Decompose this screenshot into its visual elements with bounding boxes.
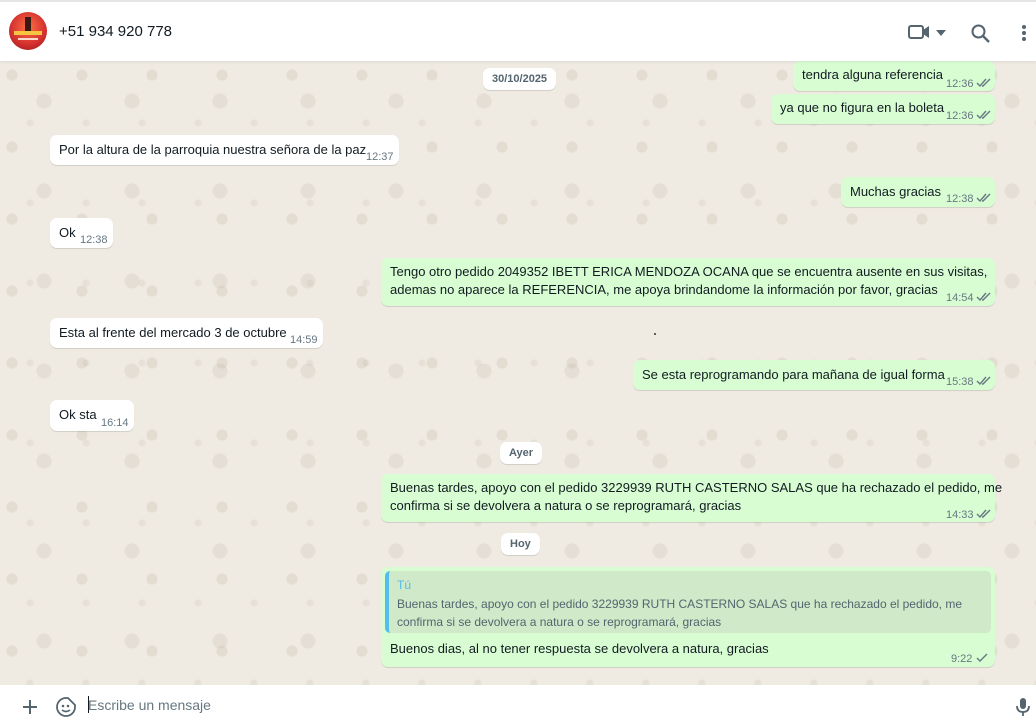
date-separator: Ayer <box>500 442 543 464</box>
read-receipt-icon <box>976 193 991 203</box>
read-receipt-icon <box>976 376 991 386</box>
sticker-icon[interactable] <box>56 697 76 717</box>
message-text-line-1: Buenas tardes, apoyo con el pedido 32299… <box>390 480 1003 495</box>
avatar-logo-tower <box>25 17 31 31</box>
message-composer <box>0 685 1036 721</box>
message-time: 12:38 <box>946 193 974 205</box>
message-time: 9:22 <box>951 653 973 665</box>
message-time: 16:14 <box>101 417 129 429</box>
message-time: 14:33 <box>946 509 974 521</box>
message-time: 15:38 <box>946 376 974 388</box>
outgoing-message[interactable]: Se esta reprogramando para mañana de igu… <box>633 360 995 390</box>
chat-header: +51 934 920 778 <box>0 0 1036 61</box>
message-text: Buenos dias, al no tener respuesta se de… <box>390 641 769 656</box>
quote-text-line-2: confirma si se devolvera a natura o se r… <box>397 615 722 629</box>
read-receipt-icon <box>976 78 991 88</box>
incoming-message[interactable]: Ok 12:38 <box>50 218 113 248</box>
message-text: ya que no figura en la boleta <box>780 100 945 115</box>
avatar-logo-band <box>14 31 42 35</box>
incoming-message[interactable]: Por la altura de la parroquia nuestra se… <box>50 135 399 165</box>
attach-plus-icon[interactable] <box>22 699 38 715</box>
message-text: Ok <box>59 225 76 240</box>
outgoing-reply-message[interactable]: Tú Buenas tardes, apoyo con el pedido 32… <box>381 567 995 667</box>
video-call-icon[interactable] <box>908 24 930 40</box>
microphone-icon[interactable] <box>1016 697 1030 717</box>
read-receipt-icon <box>976 292 991 302</box>
message-text: Muchas gracias <box>850 184 942 199</box>
message-input[interactable] <box>88 695 988 715</box>
message-time: 12:36 <box>946 110 974 122</box>
quote-text: Buenas tardes, apoyo con el pedido 32299… <box>397 595 977 631</box>
sent-tick-icon <box>976 653 988 662</box>
message-text: Se esta reprogramando para mañana de igu… <box>642 367 945 382</box>
contact-avatar[interactable] <box>9 12 47 50</box>
outgoing-message[interactable]: Muchas gracias 12:38 <box>841 177 995 207</box>
message-time: 12:36 <box>946 78 974 90</box>
message-text: tendra alguna referencia <box>802 67 943 82</box>
chevron-down-icon[interactable] <box>936 30 946 36</box>
stray-dot <box>654 333 656 335</box>
search-icon[interactable] <box>971 24 990 43</box>
avatar-logo-sub <box>18 38 38 40</box>
read-receipt-icon <box>976 110 991 120</box>
message-text-line-1: Tengo otro pedido 2049352 IBETT ERICA ME… <box>390 264 988 279</box>
message-text: Ok sta <box>59 407 97 422</box>
contact-name[interactable]: +51 934 920 778 <box>59 23 172 40</box>
message-time: 12:38 <box>80 234 108 246</box>
outgoing-message[interactable]: tendra alguna referencia 12:36 <box>793 61 995 91</box>
outgoing-message[interactable]: Tengo otro pedido 2049352 IBETT ERICA ME… <box>381 258 995 306</box>
quote-author: Tú <box>397 578 412 592</box>
message-text-line-2: ademas no aparece la REFERENCIA, me apoy… <box>390 282 938 297</box>
read-receipt-icon <box>976 509 991 519</box>
chat-messages-panel[interactable]: 30/10/2025 tendra alguna referencia 12:3… <box>0 61 1036 685</box>
incoming-message[interactable]: Ok sta 16:14 <box>50 400 134 431</box>
date-separator: Hoy <box>501 533 540 555</box>
message-text-line-2: confirma si se devolvera a natura o se r… <box>390 498 742 513</box>
quote-text-line-1: Buenas tardes, apoyo con el pedido 32299… <box>397 597 963 611</box>
outgoing-message[interactable]: ya que no figura en la boleta 12:36 <box>771 94 995 124</box>
quoted-message[interactable]: Tú Buenas tardes, apoyo con el pedido 32… <box>385 571 991 633</box>
incoming-message[interactable]: Esta al frente del mercado 3 de octubre … <box>50 318 323 348</box>
message-time: 12:37 <box>366 151 394 163</box>
message-time: 14:59 <box>290 334 318 346</box>
date-separator: 30/10/2025 <box>483 68 557 90</box>
message-time: 14:54 <box>946 292 974 304</box>
message-text: Por la altura de la parroquia nuestra se… <box>59 142 367 157</box>
outgoing-message[interactable]: Buenas tardes, apoyo con el pedido 32299… <box>381 474 1002 522</box>
more-options-icon[interactable] <box>1021 24 1027 42</box>
message-text: Esta al frente del mercado 3 de octubre <box>59 325 287 340</box>
